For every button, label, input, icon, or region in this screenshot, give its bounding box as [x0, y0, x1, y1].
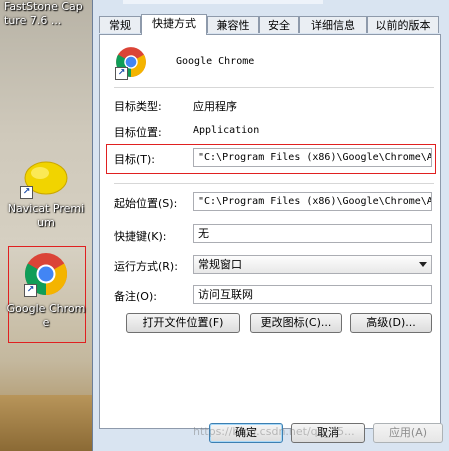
shortcut-key-label: 快捷键(K):	[114, 230, 167, 243]
desktop-wallpaper-strip	[0, 395, 92, 451]
target-type-value: 应用程序	[193, 100, 237, 113]
target-label: 目标(T):	[114, 153, 156, 166]
title-bar	[123, 0, 323, 4]
tab-label: 安全	[268, 19, 290, 32]
change-icon-button[interactable]: 更改图标(C)...	[250, 313, 342, 333]
target-type-label: 目标类型:	[114, 100, 162, 113]
divider	[114, 87, 434, 88]
start-in-label: 起始位置(S):	[114, 197, 178, 210]
divider	[114, 183, 434, 184]
start-in-field[interactable]: "C:\Program Files (x86)\Google\Chrome\A	[193, 192, 432, 211]
desktop-icon-google-chrome[interactable]: ↗ Google Chrome	[6, 250, 86, 330]
ok-button[interactable]: 确定	[209, 423, 283, 443]
shortcut-tab-panel: ↗ Google Chrome 目标类型: 应用程序 目标位置: Applica…	[99, 34, 441, 429]
run-select-value: 常规窗口	[198, 258, 242, 271]
desktop-icon-label: FastStone Capture 7.6 ...	[4, 0, 83, 27]
desktop-icon-label: Navicat Premium	[7, 202, 85, 229]
open-file-location-button[interactable]: 打开文件位置(F)	[126, 313, 240, 333]
shortcut-arrow-icon: ↗	[20, 186, 33, 199]
shortcut-arrow-icon: ↗	[24, 284, 37, 297]
tab-shortcut[interactable]: 快捷方式	[141, 14, 207, 35]
target-field[interactable]: "C:\Program Files (x86)\Google\Chrome\A	[193, 148, 432, 167]
tab-label: 兼容性	[216, 19, 250, 32]
run-select[interactable]: 常规窗口	[193, 255, 432, 274]
shortcut-arrow-icon: ↗	[115, 67, 128, 80]
chevron-down-icon	[419, 262, 427, 267]
shortcut-key-field[interactable]: 无	[193, 224, 432, 243]
desktop-icon-label: Google Chrome	[6, 302, 86, 329]
tab-details[interactable]: 详细信息	[299, 16, 367, 33]
tab-label: 以前的版本	[375, 19, 431, 32]
properties-dialog: 常规 快捷方式 兼容性 安全 详细信息 以前的版本 ↗ Google Chrom…	[92, 0, 449, 451]
target-location-value: Application	[193, 125, 260, 136]
tab-label: 详细信息	[311, 19, 355, 32]
tab-compatibility[interactable]: 兼容性	[207, 16, 259, 33]
tab-label: 快捷方式	[152, 17, 196, 30]
app-name: Google Chrome	[176, 56, 255, 67]
desktop-icon-navicat[interactable]: ↗ Navicat Premium	[6, 158, 86, 230]
advanced-button[interactable]: 高级(D)...	[350, 313, 432, 333]
desktop: FastStone Capture 7.6 ... ↗ Navicat Prem…	[0, 0, 92, 451]
run-label: 运行方式(R):	[114, 260, 178, 273]
comment-field[interactable]: 访问互联网	[193, 285, 432, 304]
cancel-button[interactable]: 取消	[291, 423, 365, 443]
comment-label: 备注(O):	[114, 290, 157, 303]
target-location-label: 目标位置:	[114, 126, 162, 139]
tab-label: 常规	[109, 19, 131, 32]
tab-general[interactable]: 常规	[99, 16, 141, 33]
apply-button[interactable]: 应用(A)	[373, 423, 443, 443]
tab-security[interactable]: 安全	[259, 16, 299, 33]
desktop-icon-faststone[interactable]: FastStone Capture 7.6 ...	[4, 0, 84, 28]
tab-previous-versions[interactable]: 以前的版本	[367, 16, 439, 33]
